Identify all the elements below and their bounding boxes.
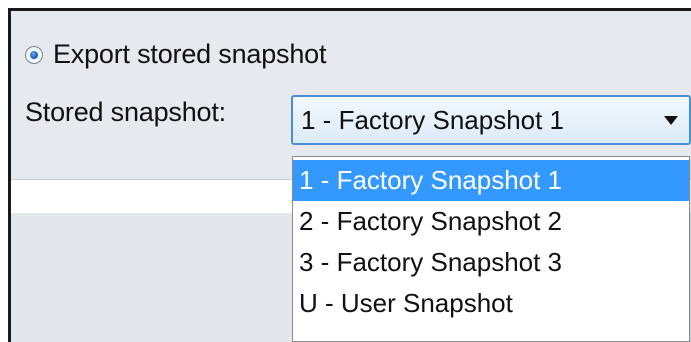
radio-selected-dot bbox=[30, 50, 38, 59]
stored-snapshot-combobox[interactable]: 1 - Factory Snapshot 1 bbox=[291, 95, 691, 145]
stored-snapshot-value: 1 - Factory Snapshot 1 bbox=[301, 104, 565, 135]
export-stored-snapshot-label: Export stored snapshot bbox=[53, 39, 327, 69]
stored-snapshot-label: Stored snapshot: bbox=[25, 97, 226, 127]
export-stored-snapshot-radio[interactable] bbox=[25, 45, 43, 64]
stored-snapshot-dropdown-list: 1 - Factory Snapshot 1 2 - Factory Snaps… bbox=[292, 156, 690, 342]
export-panel: Export stored snapshot Stored snapshot: … bbox=[8, 8, 691, 342]
dropdown-option-factory-snapshot-1[interactable]: 1 - Factory Snapshot 1 bbox=[293, 160, 689, 201]
stored-snapshot-row: Stored snapshot: bbox=[25, 97, 226, 128]
dropdown-option-user-snapshot[interactable]: U - User Snapshot bbox=[293, 283, 689, 324]
dropdown-option-factory-snapshot-2[interactable]: 2 - Factory Snapshot 2 bbox=[293, 201, 689, 242]
triangle-down-icon[interactable] bbox=[653, 115, 689, 125]
dropdown-option-factory-snapshot-3[interactable]: 3 - Factory Snapshot 3 bbox=[293, 242, 689, 283]
export-stored-snapshot-option[interactable]: Export stored snapshot bbox=[25, 39, 326, 70]
